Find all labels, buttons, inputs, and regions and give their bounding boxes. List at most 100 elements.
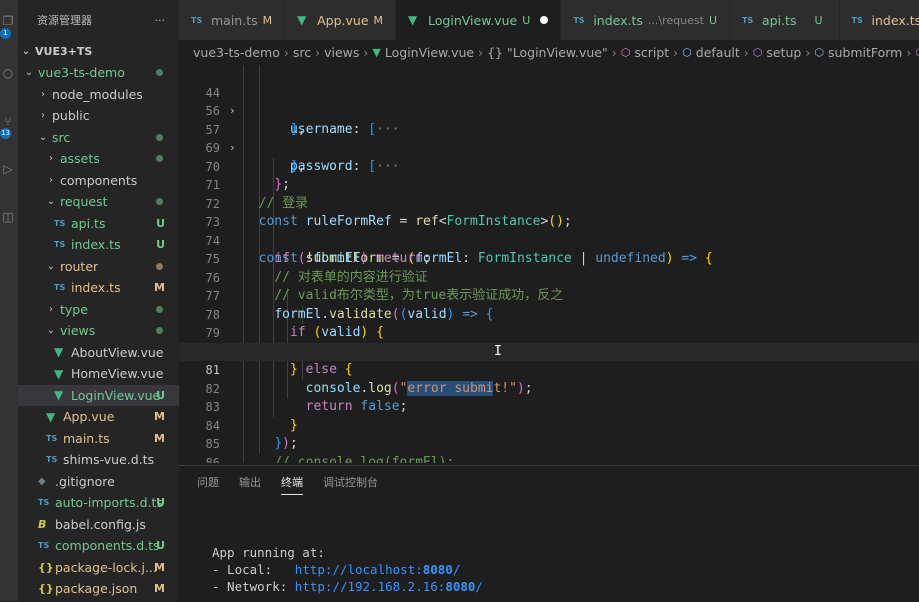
tree-item[interactable]: ⌄ request	[18, 191, 179, 213]
tree-item[interactable]: Bbabel.config.js	[18, 514, 179, 536]
breadcrumb-item[interactable]: vue3-ts-demo	[193, 45, 280, 60]
chevron-right-icon: ›	[283, 45, 289, 60]
tree-item[interactable]: ▼ AboutView.vue	[18, 342, 179, 364]
local-port[interactable]: 8080	[423, 562, 453, 577]
breadcrumb-item[interactable]: default	[696, 45, 740, 60]
search-icon[interactable]: ○	[1, 66, 15, 80]
ts-file-icon: TS	[742, 15, 754, 25]
tree-item[interactable]: ▼ LoginView.vue U	[18, 384, 179, 406]
ts-file-icon: TS	[46, 433, 58, 443]
code-line: 80 } else {	[179, 324, 919, 378]
network-url-end[interactable]: /	[475, 579, 483, 594]
tree-item[interactable]: TS shims-vue.d.ts	[18, 449, 179, 471]
more-actions-button[interactable]: ···	[155, 14, 166, 27]
local-url-link[interactable]: http://localhost:	[295, 562, 423, 577]
code-line: 72 const ruleFormRef = ref<FormInstance>…	[179, 176, 919, 230]
tree-item[interactable]: › assets	[18, 148, 179, 170]
tab-main-ts[interactable]: TS main.ts M	[179, 0, 286, 40]
chevron-right-icon: ›	[315, 45, 321, 60]
tree-item[interactable]: › type	[18, 299, 179, 321]
ts-file-icon: TS	[38, 498, 50, 508]
tree-item[interactable]: ◆ .gitignore	[18, 471, 179, 493]
git-status-dot-icon	[156, 305, 163, 313]
tree-item-label: api.ts	[71, 215, 106, 231]
ts-file-icon: TS	[38, 541, 50, 551]
tree-item[interactable]: TS api.ts U	[18, 213, 179, 235]
network-port[interactable]: 8080	[445, 579, 475, 594]
breadcrumb-item[interactable]: LoginView.vue	[385, 45, 474, 60]
tree-item[interactable]: TS index.ts M	[18, 277, 179, 299]
breadcrumb-item[interactable]: script	[634, 45, 669, 60]
tree-item[interactable]: › public	[18, 105, 179, 127]
code-line: 70 };	[179, 139, 919, 193]
tree-item[interactable]: ⌄ router	[18, 256, 179, 278]
tree-item[interactable]: {} package-lock.j... M	[18, 557, 179, 579]
vue-file-icon: ▼	[297, 13, 307, 27]
bottom-panel: 问题 输出 终端 调试控制台 App running at: - Local: …	[179, 465, 919, 602]
tab-output[interactable]: 输出	[239, 474, 261, 495]
tab-index-ts-router[interactable]: TS index.ts	[839, 0, 919, 40]
workspace-section[interactable]: ⌄ VUE3+TS	[18, 40, 179, 62]
tab-terminal[interactable]: 终端	[281, 474, 303, 495]
tree-item[interactable]: TS components.d.ts U	[18, 535, 179, 557]
tree-item-label: AboutView.vue	[71, 344, 164, 360]
breadcrumb-item[interactable]: views	[324, 45, 359, 60]
tree-item-label: main.ts	[63, 430, 110, 446]
chevron-down-icon: ⌄	[24, 67, 34, 79]
ts-file-icon: TS	[851, 15, 863, 25]
ts-file-icon: TS	[46, 455, 58, 465]
vue-file-icon: ▼	[372, 46, 381, 59]
tree-item[interactable]: TS main.ts M	[18, 428, 179, 450]
tab-index-ts-request[interactable]: TS index.ts ...\request U	[561, 0, 730, 40]
breadcrumb-item[interactable]: submitForm	[828, 45, 902, 60]
code-line: 85 // console.log(formEl);	[179, 417, 919, 463]
code-line: 57 › password: [···	[179, 102, 919, 174]
tree-item-label: HomeView.vue	[71, 366, 164, 382]
tab-problems[interactable]: 问题	[197, 474, 219, 495]
tree-item-label: shims-vue.d.ts	[63, 452, 155, 468]
breadcrumb-item[interactable]: src	[293, 45, 311, 60]
explorer-icon[interactable]: ❐	[1, 14, 15, 28]
vue-file-icon: ▼	[408, 13, 418, 27]
tab-api-ts[interactable]: TS api.ts U	[730, 0, 840, 40]
tree-item[interactable]: ⌄ views	[18, 320, 179, 342]
tab-app-vue[interactable]: ▼ App.vue M	[285, 0, 397, 40]
tree-item-label: request	[60, 194, 108, 210]
code-editor[interactable]: 44 › username: [··· 56 ], 57 › password:…	[179, 65, 919, 463]
git-status-badge: M	[154, 582, 165, 596]
network-url-link[interactable]: http://192.168.2.16:	[295, 579, 446, 594]
chevron-right-icon: ›	[49, 153, 53, 165]
run-debug-icon[interactable]: ▷	[1, 162, 15, 176]
vue-file-icon: ▼	[46, 409, 56, 424]
json-file-icon: {}	[38, 560, 54, 574]
chevron-right-icon: ›	[41, 110, 45, 122]
ts-file-icon: TS	[573, 15, 585, 25]
tree-item-label: index.ts	[71, 280, 121, 296]
script-icon: ⬡	[620, 46, 631, 59]
tree-item[interactable]: ▼ HomeView.vue	[18, 363, 179, 385]
tree-item[interactable]: ⌄ src	[18, 127, 179, 149]
terminal-output[interactable]: App running at: - Local: http://localhos…	[212, 544, 483, 595]
local-url-end[interactable]: /	[453, 562, 461, 577]
tab-debug-console[interactable]: 调试控制台	[323, 474, 378, 495]
code-line: 82 return false;	[179, 361, 919, 415]
breadcrumb-item[interactable]: setup	[766, 45, 801, 60]
extensions-icon[interactable]: ◫	[1, 210, 15, 224]
tree-item[interactable]: TS index.ts U	[18, 234, 179, 256]
tree-item[interactable]: › components	[18, 170, 179, 192]
tree-item[interactable]: {} package.json M	[18, 578, 179, 600]
tree-item-label: auto-imports.d.ts	[55, 495, 163, 511]
explorer-sidebar: 资源管理器 ··· ⌄ VUE3+TS ⌄ vue3-ts-demo › node_m…	[18, 0, 179, 601]
tree-item[interactable]: ⌄ vue3-ts-demo	[18, 62, 179, 84]
breadcrumb-item[interactable]: {} "LoginView.vue"	[487, 45, 608, 60]
code-line-current: 81 console.log("error submit!");	[179, 342, 919, 396]
chevron-right-icon: ›	[743, 45, 749, 60]
tree-item[interactable]: TS auto-imports.d.ts U	[18, 492, 179, 514]
tree-item[interactable]: › node_modules	[18, 84, 179, 106]
chevron-right-icon: ›	[49, 303, 53, 315]
source-control-icon[interactable]: ⑂	[1, 114, 15, 128]
tab-loginview-vue[interactable]: ▼ LoginView.vue U	[396, 0, 562, 40]
vue-file-icon: ▼	[54, 345, 64, 360]
unsaved-dot-icon[interactable]	[540, 16, 549, 24]
tree-item[interactable]: ▼ App.vue M	[18, 406, 179, 428]
